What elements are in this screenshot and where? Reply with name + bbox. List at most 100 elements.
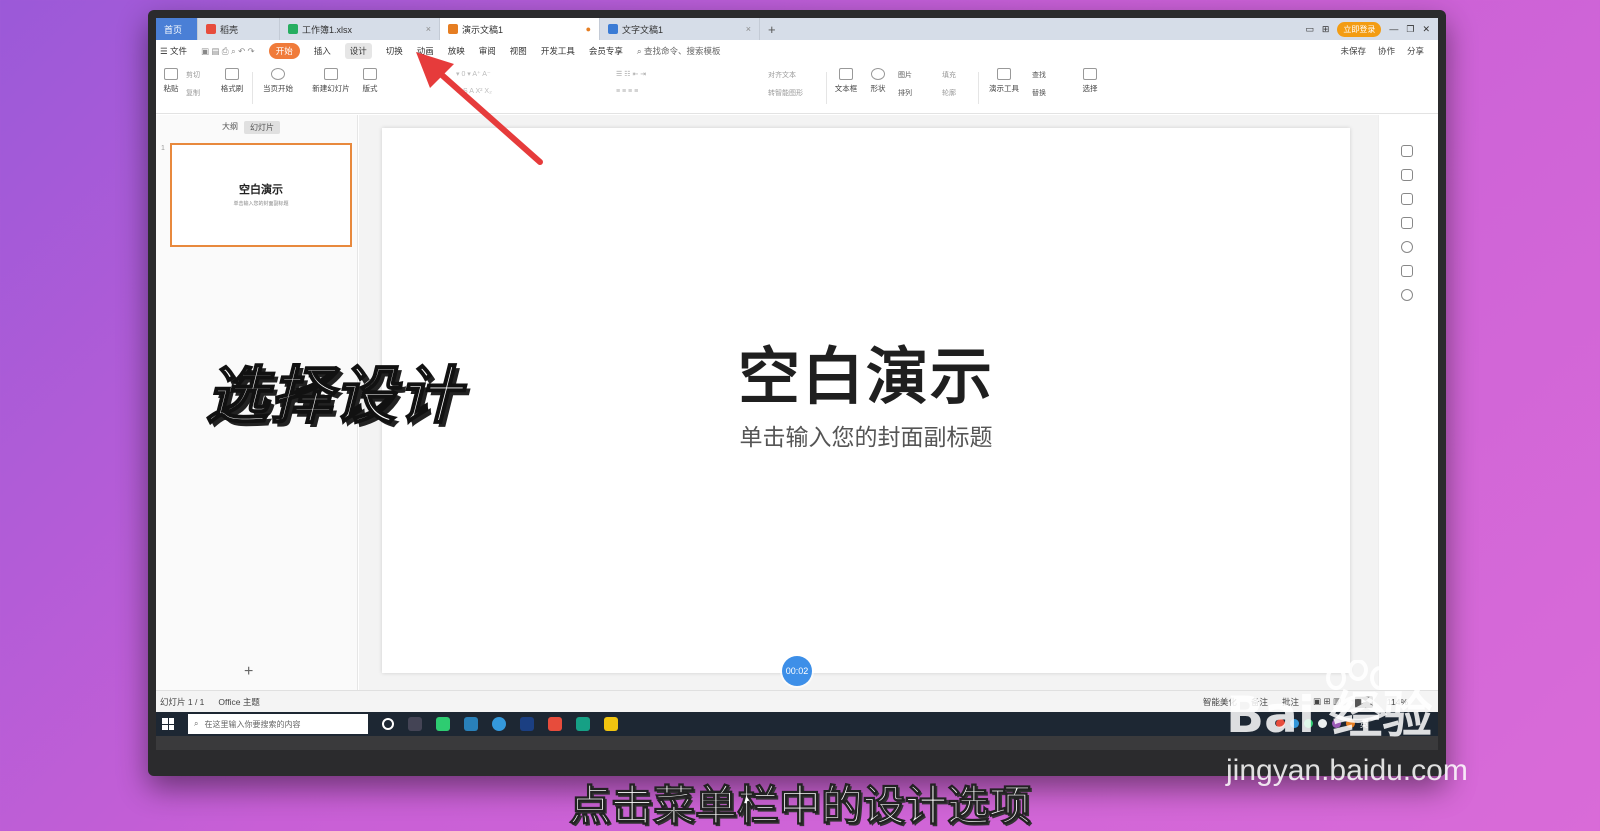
slide-title[interactable]: 空白演示 [382,326,1350,416]
paragraph-align-controls[interactable]: ≡ ≡ ≡ ≡ [616,88,638,95]
textbox-label: 文本框 [834,84,858,93]
menu-file[interactable]: ☰ 文件 [160,45,187,57]
cursor-icon [1083,68,1097,80]
close-icon[interactable]: × [746,24,751,34]
tab-home-label: 首页 [164,24,183,35]
sidebar-image-icon[interactable] [1401,265,1413,277]
tab-document[interactable]: 文字文稿1 × [600,18,760,40]
layout-label: 版式 [362,84,378,93]
list-controls[interactable]: ☰ ☷ ⇤ ⇥ [616,70,646,78]
shape-button[interactable]: 形状 [866,68,890,94]
tab-outline[interactable]: 大纲 [222,121,238,134]
edge-icon[interactable] [464,717,478,731]
photoshop-icon[interactable] [520,717,534,731]
tab-slides[interactable]: 幻灯片 [244,121,280,134]
layout-button[interactable]: 版式 [360,68,380,94]
new-slide-label: 新建幻灯片 [312,84,350,93]
unsaved-status[interactable]: 未保存 [1340,45,1366,57]
new-tab-button[interactable]: + [760,22,784,37]
file-explorer-icon[interactable] [604,717,618,731]
picture-button[interactable]: 图片 [898,70,912,80]
taskbar-search-placeholder: 在这里输入你要搜索的内容 [204,719,301,729]
new-slide-button[interactable]: 新建幻灯片 [308,68,354,94]
quick-access-icons[interactable]: ▣ ▤ ⎙ ⌕ ↶ ↷ [201,46,255,57]
tab-presentation[interactable]: 演示文稿1 ● [440,18,600,40]
command-search[interactable]: ⌕ 查找命令、搜索模板 [637,45,721,57]
browser-icon[interactable] [436,717,450,731]
tab-workbook-label: 工作簿1.xlsx [302,24,353,35]
tab-home[interactable]: 首页 [156,18,198,40]
collaborate-button[interactable]: 协作 [1378,45,1395,57]
layout-grid-icon [363,68,377,80]
textbox-button[interactable]: 文本框 [832,68,860,94]
outline-button[interactable]: 轮廓 [942,88,956,98]
docer-icon [206,24,216,34]
fill-button[interactable]: 填充 [942,70,956,80]
menu-bar: ☰ 文件 ▣ ▤ ⎙ ⌕ ↶ ↷ 开始 插入 设计 切换 动画 放映 审阅 视图… [156,40,1438,62]
slide-count: 幻灯片 1 / 1 [160,696,205,707]
tab-document-label: 文字文稿1 [622,24,664,35]
apps-grid-icon[interactable]: ⊞ [1322,24,1330,35]
restore-icon[interactable]: ❐ [1406,24,1414,35]
slide-subtitle[interactable]: 单击输入您的封面副标题 [382,418,1350,452]
thumb-subtitle: 单击输入您的封面副标题 [233,201,289,207]
menu-file-label: 文件 [169,46,187,56]
present-tools-button[interactable]: 演示工具 [984,68,1024,94]
tab-docer-label: 稻壳 [220,24,239,35]
replace-button[interactable]: 替换 [1032,88,1046,98]
red-arrow-icon [416,52,543,165]
select-label: 选择 [1082,84,1098,93]
cortana-icon[interactable] [382,718,394,730]
sidebar-tool-icon[interactable] [1401,145,1413,157]
slide-number: 1 [161,145,165,152]
brush-icon [225,68,239,80]
add-slide-button[interactable]: + [244,663,253,681]
document-icon [608,24,618,34]
new-slide-icon [324,68,338,80]
copy-button[interactable]: 复制 [186,88,200,98]
search-icon: ⌕ [194,719,199,728]
wps-icon[interactable] [548,717,562,731]
login-button[interactable]: 立即登录 [1337,21,1382,37]
sogou-icon[interactable] [492,717,506,731]
slide[interactable]: 空白演示 单击输入您的封面副标题 [382,128,1350,673]
divider [252,72,253,104]
menu-transition[interactable]: 切换 [386,45,403,57]
arrange-button[interactable]: 排列 [898,88,912,98]
menu-home[interactable]: 开始 [268,43,300,59]
divider [978,72,979,104]
close-window-icon[interactable]: ✕ [1422,24,1430,35]
baidu-watermark: Bai 经验 [1226,686,1433,744]
sidebar-more-icon[interactable] [1401,289,1413,301]
layout-icon[interactable]: ▭ [1305,24,1314,35]
menu-design[interactable]: 设计 [344,43,372,59]
shape-label: 形状 [870,84,886,93]
task-view-icon[interactable] [408,717,422,731]
right-sidebar [1378,115,1438,690]
slide-thumbnail[interactable]: 空白演示 单击输入您的封面副标题 [170,143,352,247]
sidebar-layers-icon[interactable] [1401,217,1413,229]
taskbar-search[interactable]: ⌕ 在这里输入你要搜索的内容 [188,714,368,734]
theme-name: Office 主题 [218,696,260,707]
tab-workbook[interactable]: 工作簿1.xlsx × [280,18,440,40]
ribbon: 粘贴 剪切 复制 格式刷 当页开始 新建幻灯片 版式 ▾ 0 ▾ A⁺ A⁻ U… [156,62,1438,114]
menu-insert[interactable]: 插入 [314,45,331,57]
share-button[interactable]: 分享 [1407,45,1424,57]
app-icon[interactable] [576,717,590,731]
windows-start-icon[interactable] [162,718,174,730]
select-button[interactable]: 选择 [1078,68,1102,94]
minimize-icon[interactable]: — [1389,24,1398,34]
menu-member[interactable]: 会员专享 [589,45,623,57]
sidebar-settings-icon[interactable] [1401,169,1413,181]
tab-docer[interactable]: 稻壳 [198,18,280,40]
from-current-button[interactable]: 当页开始 [258,68,298,94]
help-icon[interactable] [1401,241,1413,253]
align-text-button[interactable]: 对齐文本 [768,70,796,80]
find-button[interactable]: 查找 [1032,70,1046,80]
format-painter-button[interactable]: 格式刷 [218,68,246,94]
smart-shape-button[interactable]: 转智能图形 [768,88,803,98]
sidebar-animation-icon[interactable] [1401,193,1413,205]
paste-button[interactable]: 粘贴 [160,68,182,94]
cut-button[interactable]: 剪切 [186,70,200,80]
close-icon[interactable]: × [426,24,431,34]
